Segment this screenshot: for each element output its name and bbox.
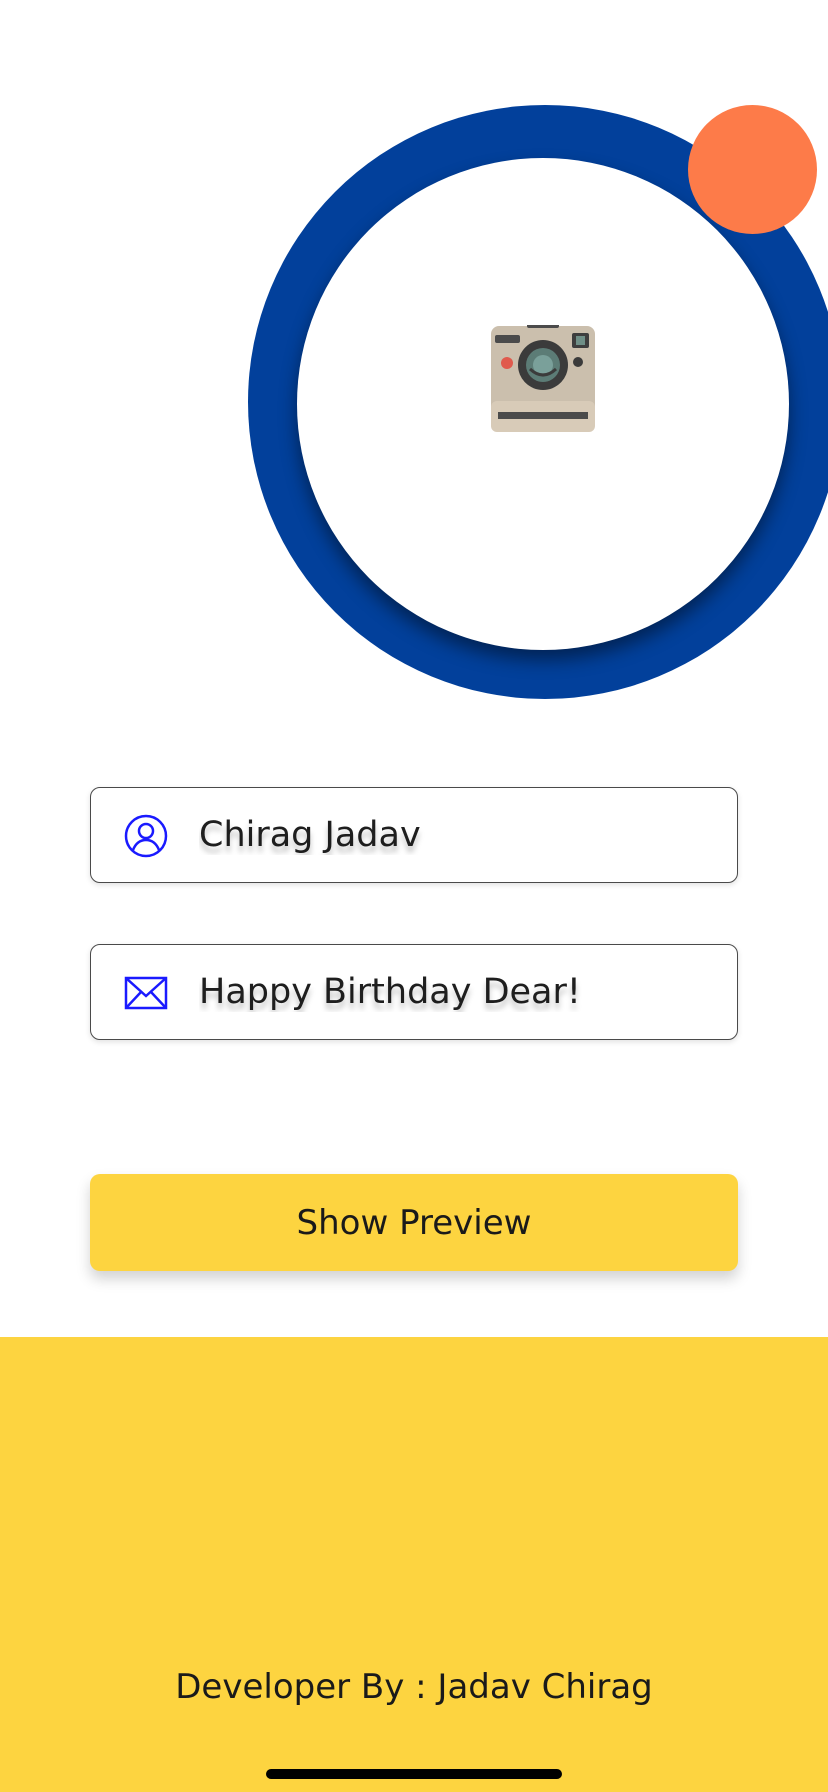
message-input[interactable] — [199, 945, 719, 1039]
show-preview-button[interactable]: Show Preview — [90, 1174, 738, 1271]
screen: Show Preview Developer By : Jadav Chirag — [0, 0, 828, 1792]
footer: Developer By : Jadav Chirag — [0, 1337, 828, 1792]
envelope-icon — [124, 976, 168, 1010]
home-indicator[interactable] — [266, 1769, 562, 1779]
name-input[interactable] — [199, 788, 719, 882]
user-icon — [124, 814, 168, 858]
developer-credit: Developer By : Jadav Chirag — [175, 1667, 653, 1707]
name-field[interactable] — [90, 787, 738, 883]
camera-icon — [491, 325, 595, 432]
message-field[interactable] — [90, 944, 738, 1040]
edit-photo-badge[interactable] — [688, 105, 817, 234]
profile-photo-picker[interactable] — [297, 158, 789, 650]
